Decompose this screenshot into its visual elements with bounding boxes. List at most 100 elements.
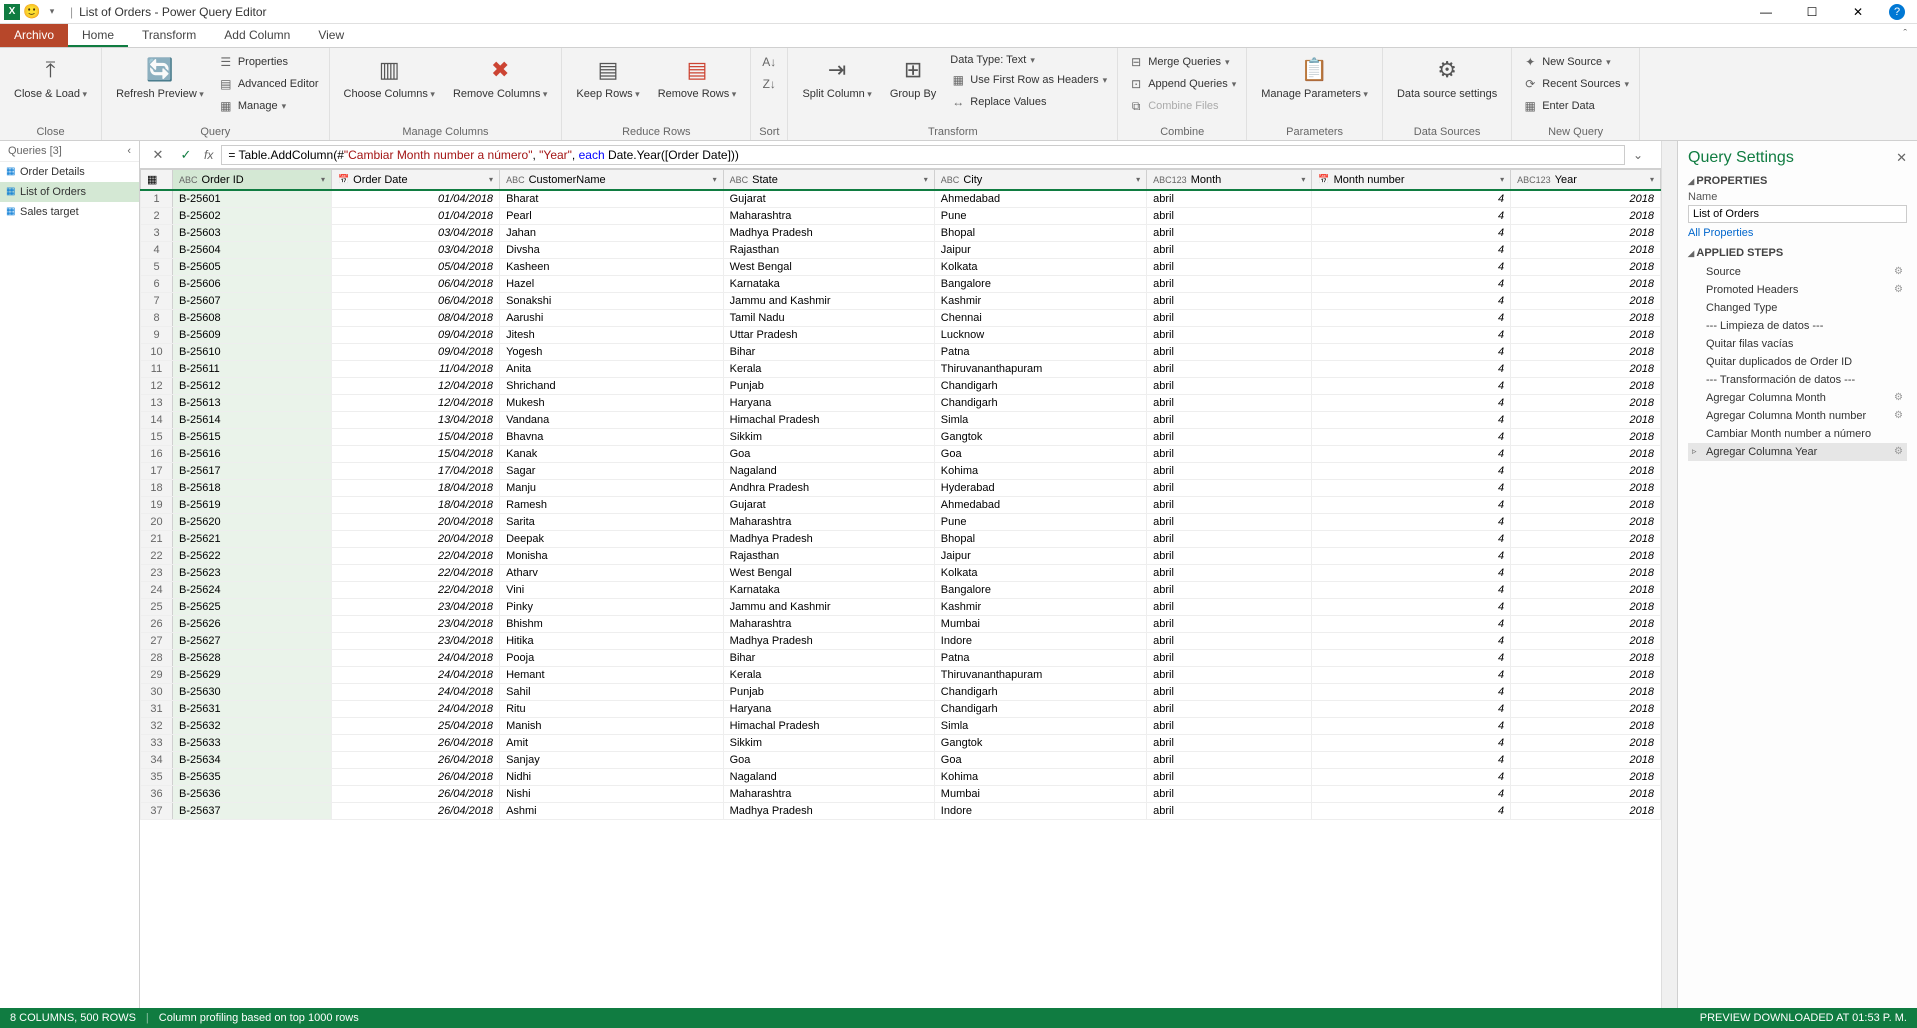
- cell[interactable]: Sikkim: [723, 735, 934, 752]
- row-number[interactable]: 18: [141, 480, 173, 497]
- table-row[interactable]: 10B-2561009/04/2018YogeshBiharPatnaabril…: [141, 344, 1661, 361]
- cell[interactable]: Maharashtra: [723, 616, 934, 633]
- cell[interactable]: B-25605: [173, 259, 332, 276]
- row-number[interactable]: 20: [141, 514, 173, 531]
- cell[interactable]: abril: [1147, 735, 1312, 752]
- row-number[interactable]: 7: [141, 293, 173, 310]
- cell[interactable]: Uttar Pradesh: [723, 327, 934, 344]
- row-number[interactable]: 28: [141, 650, 173, 667]
- merge-queries-button[interactable]: ⊟Merge Queries: [1126, 52, 1238, 72]
- cell[interactable]: 13/04/2018: [331, 412, 499, 429]
- cell[interactable]: Goa: [723, 752, 934, 769]
- row-number[interactable]: 25: [141, 599, 173, 616]
- cell[interactable]: B-25613: [173, 395, 332, 412]
- row-number[interactable]: 35: [141, 769, 173, 786]
- table-row[interactable]: 25B-2562523/04/2018PinkyJammu and Kashmi…: [141, 599, 1661, 616]
- cell[interactable]: Karnataka: [723, 276, 934, 293]
- cell[interactable]: 4: [1312, 633, 1511, 650]
- column-header[interactable]: ABCCustomerName▾: [500, 170, 724, 191]
- maximize-button[interactable]: ☐: [1789, 0, 1835, 24]
- cell[interactable]: Kerala: [723, 361, 934, 378]
- cell[interactable]: Pune: [934, 208, 1146, 225]
- column-header[interactable]: ABC123Year▾: [1511, 170, 1661, 191]
- replace-values-button[interactable]: ↔Replace Values: [948, 92, 1109, 112]
- cell[interactable]: Divsha: [500, 242, 724, 259]
- cell[interactable]: Mumbai: [934, 616, 1146, 633]
- cell[interactable]: Gujarat: [723, 497, 934, 514]
- row-number[interactable]: 12: [141, 378, 173, 395]
- cell[interactable]: abril: [1147, 327, 1312, 344]
- close-settings-button[interactable]: ✕: [1896, 150, 1907, 166]
- row-number[interactable]: 6: [141, 276, 173, 293]
- row-number[interactable]: 2: [141, 208, 173, 225]
- first-row-headers-button[interactable]: ▦Use First Row as Headers: [948, 70, 1109, 90]
- row-number[interactable]: 21: [141, 531, 173, 548]
- cell[interactable]: 18/04/2018: [331, 480, 499, 497]
- query-name-input[interactable]: [1688, 205, 1907, 223]
- cell[interactable]: 2018: [1511, 446, 1661, 463]
- cell[interactable]: 2018: [1511, 582, 1661, 599]
- column-header[interactable]: 📅Month number▾: [1312, 170, 1511, 191]
- cell[interactable]: Madhya Pradesh: [723, 531, 934, 548]
- table-row[interactable]: 13B-2561312/04/2018MukeshHaryanaChandiga…: [141, 395, 1661, 412]
- cell[interactable]: 2018: [1511, 190, 1661, 208]
- cell[interactable]: 2018: [1511, 514, 1661, 531]
- column-header[interactable]: ABC123Month▾: [1147, 170, 1312, 191]
- table-row[interactable]: 11B-2561111/04/2018AnitaKeralaThiruvanan…: [141, 361, 1661, 378]
- row-number[interactable]: 31: [141, 701, 173, 718]
- cell[interactable]: 24/04/2018: [331, 650, 499, 667]
- cell[interactable]: Maharashtra: [723, 208, 934, 225]
- cell[interactable]: Jammu and Kashmir: [723, 293, 934, 310]
- table-row[interactable]: 8B-2560808/04/2018AarushiTamil NaduChenn…: [141, 310, 1661, 327]
- cell[interactable]: Gangtok: [934, 735, 1146, 752]
- cell[interactable]: 23/04/2018: [331, 633, 499, 650]
- manage-button[interactable]: ▦Manage: [216, 96, 321, 116]
- cell[interactable]: 2018: [1511, 718, 1661, 735]
- cell[interactable]: Jahan: [500, 225, 724, 242]
- row-number[interactable]: 24: [141, 582, 173, 599]
- cell[interactable]: B-25628: [173, 650, 332, 667]
- cell[interactable]: Patna: [934, 650, 1146, 667]
- cell[interactable]: Ahmedabad: [934, 497, 1146, 514]
- row-number[interactable]: 37: [141, 803, 173, 820]
- column-header[interactable]: ABCOrder ID▾: [173, 170, 332, 191]
- cell[interactable]: Pinky: [500, 599, 724, 616]
- cell[interactable]: B-25626: [173, 616, 332, 633]
- cell[interactable]: Jammu and Kashmir: [723, 599, 934, 616]
- tab-home[interactable]: Home: [68, 24, 128, 47]
- properties-button[interactable]: ☰Properties: [216, 52, 321, 72]
- cell[interactable]: B-25620: [173, 514, 332, 531]
- tab-transform[interactable]: Transform: [128, 24, 210, 47]
- cell[interactable]: B-25637: [173, 803, 332, 820]
- step-gear-icon[interactable]: ⚙: [1894, 266, 1903, 277]
- row-number[interactable]: 23: [141, 565, 173, 582]
- cell[interactable]: Mumbai: [934, 786, 1146, 803]
- column-filter-button[interactable]: ▾: [1500, 175, 1504, 184]
- table-row[interactable]: 22B-2562222/04/2018MonishaRajasthanJaipu…: [141, 548, 1661, 565]
- table-row[interactable]: 1B-2560101/04/2018BharatGujaratAhmedabad…: [141, 190, 1661, 208]
- cell[interactable]: 26/04/2018: [331, 735, 499, 752]
- cell[interactable]: Ramesh: [500, 497, 724, 514]
- applied-step[interactable]: --- Transformación de datos ---: [1688, 371, 1907, 389]
- cell[interactable]: 06/04/2018: [331, 293, 499, 310]
- cell[interactable]: 4: [1312, 718, 1511, 735]
- cell[interactable]: 4: [1312, 701, 1511, 718]
- cell[interactable]: Andhra Pradesh: [723, 480, 934, 497]
- dropdown-icon[interactable]: ▾: [44, 4, 60, 20]
- cell[interactable]: 2018: [1511, 616, 1661, 633]
- cell[interactable]: Shrichand: [500, 378, 724, 395]
- row-number[interactable]: 13: [141, 395, 173, 412]
- applied-step[interactable]: Cambiar Month number a número: [1688, 425, 1907, 443]
- autosave-icon[interactable]: 🙂: [24, 4, 40, 20]
- remove-columns-button[interactable]: ✖Remove Columns: [447, 52, 553, 102]
- cell[interactable]: 2018: [1511, 803, 1661, 820]
- cell[interactable]: B-25602: [173, 208, 332, 225]
- cell[interactable]: 2018: [1511, 786, 1661, 803]
- step-gear-icon[interactable]: ⚙: [1894, 284, 1903, 295]
- cell[interactable]: 25/04/2018: [331, 718, 499, 735]
- cell[interactable]: Sonakshi: [500, 293, 724, 310]
- cell[interactable]: abril: [1147, 701, 1312, 718]
- column-filter-button[interactable]: ▾: [1136, 175, 1140, 184]
- column-header[interactable]: 📅Order Date▾: [331, 170, 499, 191]
- cell[interactable]: Haryana: [723, 701, 934, 718]
